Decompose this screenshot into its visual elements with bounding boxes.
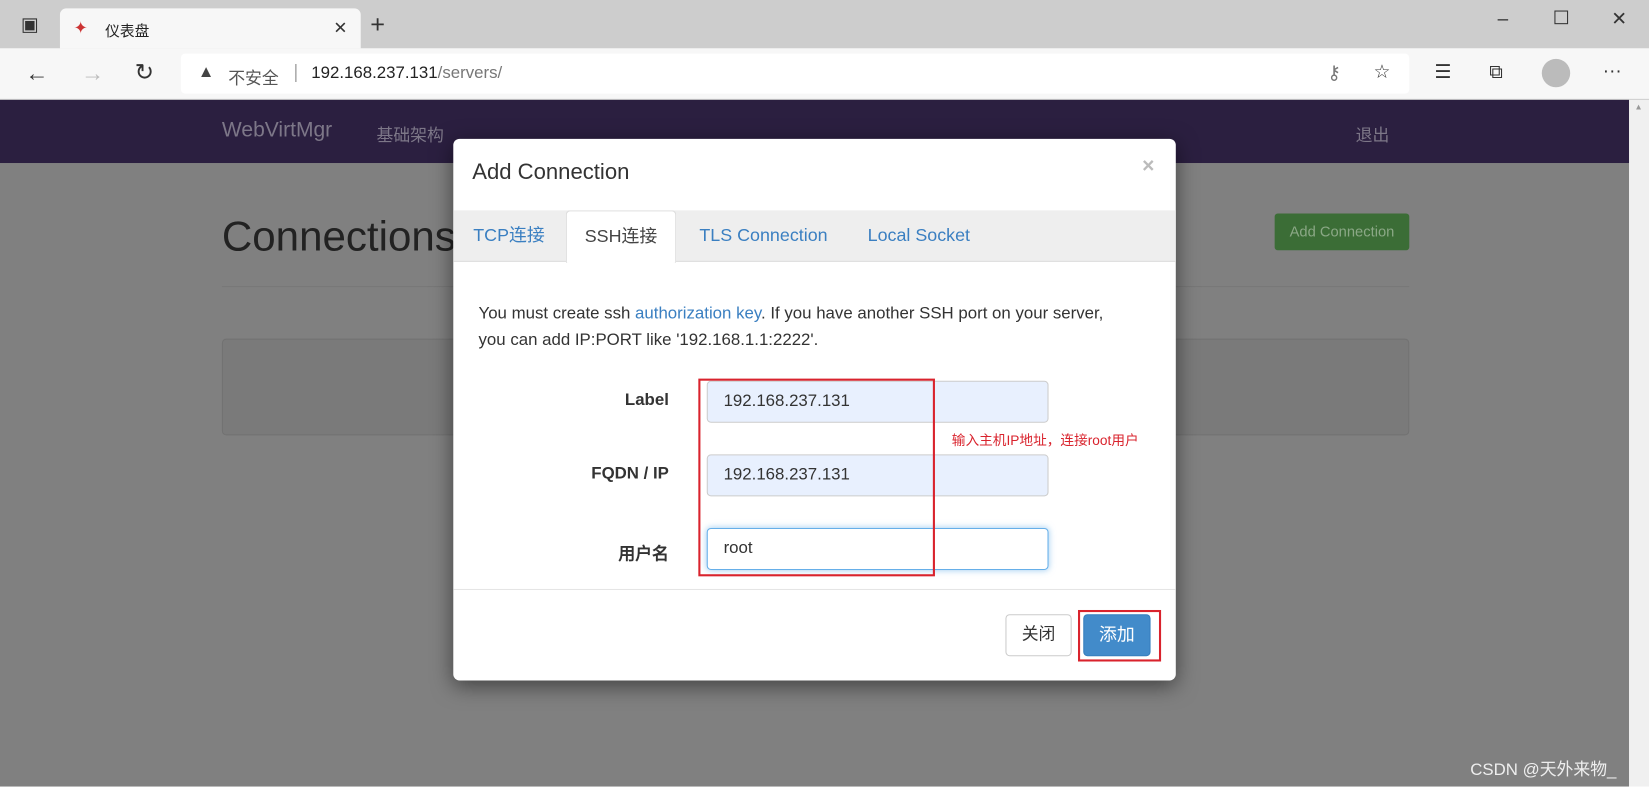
favorites-icon[interactable]: ☰ [1435, 62, 1452, 81]
close-tab-icon[interactable]: ✕ [333, 18, 347, 39]
add-connection-button[interactable]: Add Connection [1274, 213, 1410, 251]
add-connection-modal: Add Connection × TCP连接 SSH连接 TLS Connect… [453, 138, 1176, 681]
annotation-box [698, 378, 935, 577]
collections-icon[interactable]: ⧉ [1489, 62, 1503, 81]
new-tab-icon[interactable]: + [370, 11, 385, 40]
profile-avatar[interactable] [1541, 58, 1571, 88]
url-host: 192.168.237.131 [311, 64, 438, 83]
close-icon[interactable]: × [1142, 155, 1154, 179]
maximize-icon[interactable] [1554, 10, 1569, 25]
nav-logout[interactable]: 退出 [1356, 121, 1390, 146]
favicon-icon: ✦ [73, 19, 88, 38]
label-field-label: Label [624, 391, 669, 410]
address-bar[interactable]: ▲ 不安全 | 192.168.237.131/servers/ ⚷ ☆ [180, 53, 1410, 94]
browser-tab-bar: ▣ ✦ 仪表盘 ✕ + – ✕ [0, 0, 1649, 49]
annotation-text: 输入主机IP地址，连接root用户 [951, 432, 1139, 449]
fqdn-field-label: FQDN / IP [591, 464, 669, 483]
back-icon[interactable]: ← [25, 62, 48, 85]
url: 192.168.237.131/servers/ [311, 64, 502, 83]
url-path: /servers/ [437, 64, 503, 83]
footer-divider [453, 588, 1176, 591]
tab-local-socket[interactable]: Local Socket [868, 210, 970, 262]
insecure-label: 不安全 [228, 70, 279, 89]
page-title: Connections [221, 213, 456, 260]
help-text-post: . If you have another SSH port on your s… [761, 304, 1104, 323]
add-button[interactable]: 添加 [1083, 614, 1151, 657]
tab-tcp[interactable]: TCP连接 [473, 210, 545, 262]
tab-bar: TCP连接 SSH连接 TLS Connection Local Socket [453, 210, 1176, 263]
tab-ssh[interactable]: SSH连接 [565, 210, 677, 263]
browser-tab[interactable]: ✦ 仪表盘 ✕ [59, 8, 361, 49]
tab-actions-icon[interactable]: ▣ [21, 15, 39, 34]
help-text: You must create ssh authorization key. I… [479, 301, 1163, 354]
authorization-key-link[interactable]: authorization key [635, 305, 761, 323]
nav-infrastructure[interactable]: 基础架构 [377, 121, 444, 146]
brand[interactable]: WebVirtMgr [222, 119, 332, 143]
refresh-icon[interactable]: ↻ [135, 60, 154, 84]
key-icon[interactable]: ⚷ [1327, 63, 1341, 82]
modal-title: Add Connection [472, 159, 630, 185]
username-field-label: 用户名 [618, 545, 669, 564]
minimize-icon[interactable]: – [1498, 8, 1509, 30]
watermark: CSDN @天外来物_ [1470, 761, 1617, 780]
scrollbar[interactable]: ▲ [1629, 99, 1649, 787]
more-icon[interactable]: ··· [1603, 61, 1622, 80]
tab-tls[interactable]: TLS Connection [699, 210, 827, 262]
forward-icon[interactable]: → [81, 62, 104, 85]
close-button[interactable]: 关闭 [1005, 614, 1072, 657]
help-text-pre: You must create ssh [478, 304, 636, 323]
help-text-line2: you can add IP:PORT like '192.168.1.1:22… [478, 331, 819, 350]
warning-icon: ▲ [197, 63, 215, 81]
address-row: ← → ↻ ▲ 不安全 | 192.168.237.131/servers/ ⚷… [0, 48, 1649, 100]
add-favorite-icon[interactable]: ☆ [1374, 62, 1391, 81]
window-close-icon[interactable]: ✕ [1611, 8, 1627, 30]
tab-title: 仪表盘 [105, 22, 150, 39]
